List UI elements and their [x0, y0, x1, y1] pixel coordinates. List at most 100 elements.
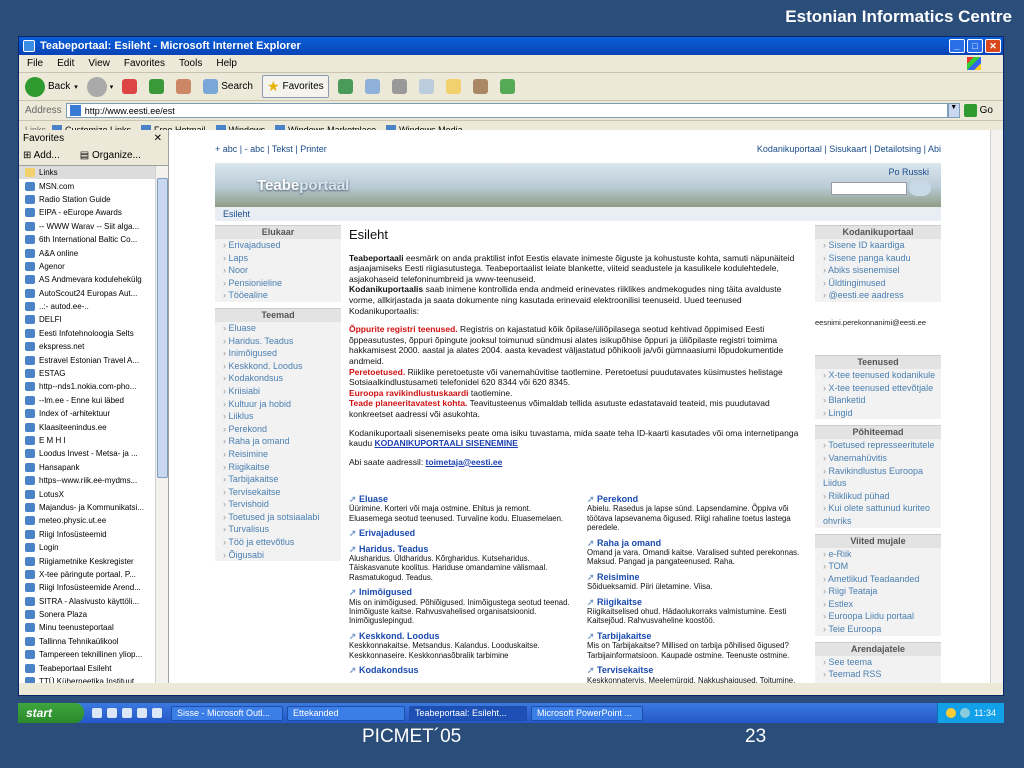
- home-button[interactable]: [176, 79, 194, 94]
- task-outlook[interactable]: Sisse - Microsoft Outl...: [171, 705, 283, 721]
- favorite-item[interactable]: ..:- autod.ee-..: [19, 300, 155, 313]
- print-button[interactable]: [391, 79, 410, 94]
- tray-icon[interactable]: [946, 708, 957, 718]
- content-scrollbar[interactable]: [990, 130, 1003, 683]
- favorite-item[interactable]: Estravel Estonian Travel A...: [19, 353, 155, 366]
- tray-icon[interactable]: [960, 708, 971, 718]
- menu-file[interactable]: File: [27, 58, 43, 69]
- nav-link[interactable]: TOM: [815, 560, 941, 573]
- nav-link[interactable]: Üldtingimused: [815, 277, 941, 290]
- menu-edit[interactable]: Edit: [57, 58, 74, 69]
- back-button[interactable]: Back ▾: [25, 76, 78, 97]
- top-link[interactable]: Sisukaart: [829, 144, 867, 154]
- nav-link[interactable]: Töö ja ettevõtlus: [215, 536, 341, 549]
- topic-link[interactable]: Reisimine: [587, 572, 809, 582]
- favorite-item[interactable]: --lm.ee - Enne kui läbed: [19, 394, 155, 407]
- nav-link[interactable]: See teema: [815, 656, 941, 669]
- nav-link[interactable]: Riiklikud pühad: [815, 490, 941, 503]
- task-teabeportaal[interactable]: Teabeportaal: Esileht...: [409, 705, 527, 721]
- favorite-item[interactable]: Tampereen teknillinen yliop...: [19, 648, 155, 661]
- close-button[interactable]: ✕: [985, 39, 1001, 53]
- add-favorite-button[interactable]: ⊞ Add...: [23, 150, 70, 161]
- nav-link[interactable]: Toetused represseeritutele: [815, 439, 941, 452]
- nav-link[interactable]: Noor: [215, 264, 341, 277]
- favorite-item[interactable]: A&A online: [19, 246, 155, 259]
- organize-button[interactable]: ▤ Organize...: [80, 150, 151, 161]
- nav-link[interactable]: Kultuur ja hobid: [215, 398, 341, 411]
- service-link[interactable]: Õppurite registri teenused.: [349, 324, 458, 334]
- citizen-portal-login-link[interactable]: KODANIKUPORTAALI SISENEMINE: [375, 438, 518, 448]
- top-link[interactable]: Tekst: [272, 144, 293, 154]
- favorite-item[interactable]: DELFI: [19, 313, 155, 326]
- quicklaunch-icon[interactable]: [92, 708, 102, 718]
- favorite-item[interactable]: Klaasiteenindus.ee: [19, 420, 155, 433]
- nav-link[interactable]: X-tee teenused ettevõtjale: [815, 382, 941, 395]
- favorite-item[interactable]: Majandus- ja Kommunikatsi...: [19, 501, 155, 514]
- messenger-button[interactable]: [499, 79, 518, 94]
- nav-link[interactable]: Riigi Teataja: [815, 585, 941, 598]
- favorite-item[interactable]: ESTAG: [19, 367, 155, 380]
- favorite-item[interactable]: Riigi Infosüsteemide Arend...: [19, 581, 155, 594]
- nav-link[interactable]: Inimõigused: [215, 347, 341, 360]
- nav-link[interactable]: Kriisiabi: [215, 385, 341, 398]
- nav-link[interactable]: Eluase: [215, 322, 341, 335]
- go-button[interactable]: Go: [963, 104, 993, 117]
- nav-link[interactable]: Riigikaitse: [215, 461, 341, 474]
- minimize-button[interactable]: _: [949, 39, 965, 53]
- nav-link[interactable]: Tööealine: [215, 289, 341, 302]
- menu-tools[interactable]: Tools: [179, 58, 202, 69]
- help-email-link[interactable]: toimetaja@eesti.ee: [426, 457, 503, 467]
- favorite-item[interactable]: Login: [19, 541, 155, 554]
- nav-link[interactable]: Raha ja omand: [215, 435, 341, 448]
- nav-link[interactable]: Pensionieline: [215, 277, 341, 290]
- favorite-item[interactable]: Tallinna Tehnikaülikool: [19, 635, 155, 648]
- service-link[interactable]: Teade planeeritavatest kohta.: [349, 398, 467, 408]
- favorite-item[interactable]: X-tee päringute portaal. P...: [19, 568, 155, 581]
- top-link[interactable]: - abc: [245, 144, 265, 154]
- site-search-button[interactable]: [909, 180, 931, 196]
- nav-link[interactable]: Keskkond. Loodus: [215, 360, 341, 373]
- topic-link[interactable]: Riigikaitse: [587, 597, 809, 607]
- favorite-item[interactable]: Loodus Invest - Metsa- ja ...: [19, 447, 155, 460]
- topic-link[interactable]: Inimõigused: [349, 587, 571, 597]
- top-link[interactable]: + abc: [215, 144, 237, 154]
- nav-link[interactable]: Blanketid: [815, 394, 941, 407]
- favorite-item[interactable]: Radio Station Guide: [19, 193, 155, 206]
- start-button[interactable]: start: [18, 703, 84, 723]
- topic-link[interactable]: Raha ja omand: [587, 538, 809, 548]
- nav-link[interactable]: Tarbijakaitse: [215, 473, 341, 486]
- topic-link[interactable]: Eluase: [349, 494, 571, 504]
- site-search-input[interactable]: [831, 182, 907, 195]
- nav-link[interactable]: @eesti.ee aadress: [815, 289, 941, 302]
- forward-button[interactable]: ▾: [86, 76, 113, 97]
- nav-link[interactable]: Teie Euroopa: [815, 623, 941, 636]
- nav-link[interactable]: Laps: [215, 252, 341, 265]
- site-logo[interactable]: Teabeportaal: [257, 177, 349, 194]
- favorite-item[interactable]: Minu teenusteportaal: [19, 621, 155, 634]
- maximize-button[interactable]: □: [967, 39, 983, 53]
- favorite-item[interactable]: Agenor: [19, 260, 155, 273]
- favorite-item[interactable]: ekspress.net: [19, 340, 155, 353]
- search-button[interactable]: Search: [203, 79, 253, 94]
- nav-link[interactable]: Kodakondsus: [215, 372, 341, 385]
- favorite-item[interactable]: http--nds1.nokia.com-pho...: [19, 380, 155, 393]
- favorite-item[interactable]: AS Andmevara kodulehekülg: [19, 273, 155, 286]
- stop-button[interactable]: [122, 79, 140, 94]
- favorite-item[interactable]: 6th International Baltic Co...: [19, 233, 155, 246]
- favorite-item[interactable]: TTÜ Küberneetika Instituut: [19, 675, 155, 683]
- russian-link[interactable]: Po Russki: [888, 167, 929, 177]
- topic-link[interactable]: Erivajadused: [349, 528, 571, 538]
- favorite-item[interactable]: E M H I: [19, 434, 155, 447]
- close-pane-icon[interactable]: ✕: [154, 133, 162, 144]
- nav-link[interactable]: Abiks sisenemisel: [815, 264, 941, 277]
- favorite-item[interactable]: AutoScout24 Europas Aut...: [19, 287, 155, 300]
- quicklaunch-icon[interactable]: [107, 708, 117, 718]
- scroll-thumb[interactable]: [157, 178, 168, 478]
- favorite-item[interactable]: SITRA - Alasivusto käyttöli...: [19, 595, 155, 608]
- topic-link[interactable]: Kodakondsus: [349, 665, 571, 675]
- favorite-item[interactable]: LotusX: [19, 487, 155, 500]
- favorite-item[interactable]: Riigiametnike Keskregister: [19, 554, 155, 567]
- nav-link[interactable]: Perekond: [215, 423, 341, 436]
- favorite-item[interactable]: https--www.riik.ee-mydms...: [19, 474, 155, 487]
- quicklaunch-icon[interactable]: [152, 708, 162, 718]
